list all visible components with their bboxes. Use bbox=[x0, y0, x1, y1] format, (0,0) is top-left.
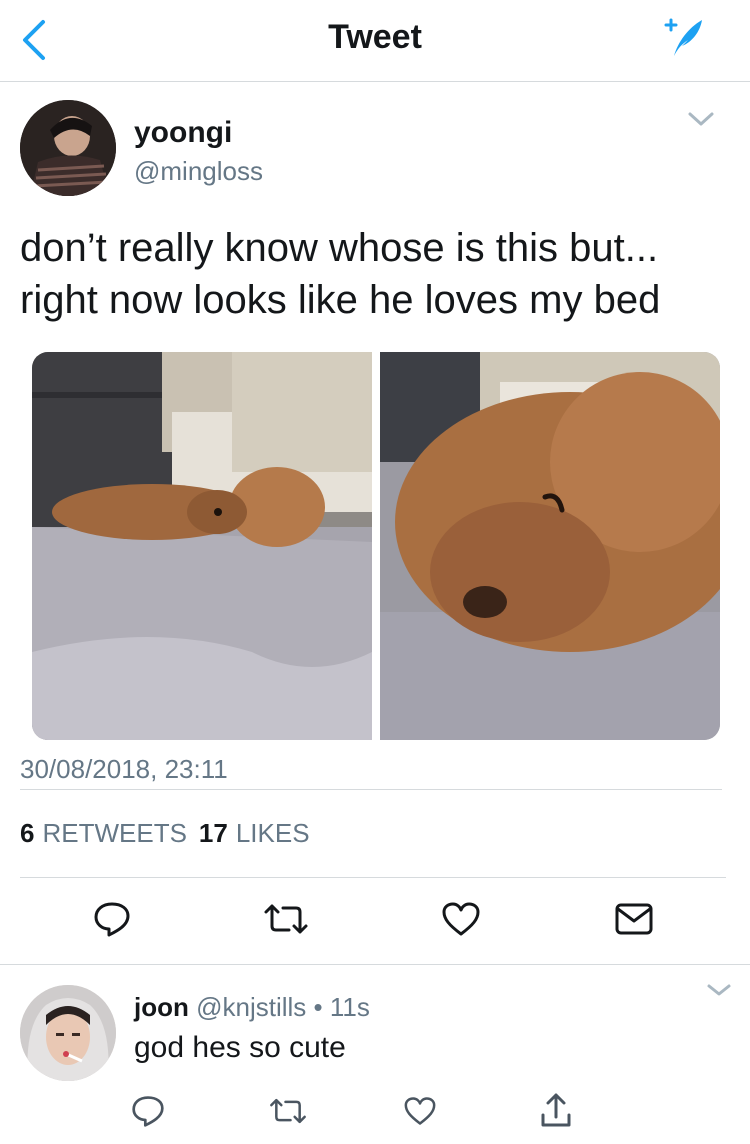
tweet-stats: 6 RETWEETS 17 LIKES bbox=[20, 818, 310, 849]
reply-author-avatar[interactable] bbox=[20, 985, 116, 1081]
chevron-down-icon bbox=[688, 112, 714, 126]
divider bbox=[0, 964, 750, 965]
direct-message-button[interactable] bbox=[612, 899, 656, 939]
like-icon bbox=[442, 902, 480, 936]
direct-message-icon bbox=[615, 903, 653, 935]
reply-button[interactable] bbox=[92, 899, 132, 939]
retweets-stat[interactable]: 6 RETWEETS bbox=[20, 818, 187, 849]
like-button[interactable] bbox=[440, 899, 482, 939]
chevron-down-icon bbox=[707, 984, 731, 996]
reply-like-button[interactable] bbox=[402, 1093, 438, 1129]
separator-dot: • bbox=[313, 992, 323, 1022]
reply-header: joon @knjstills • 11s bbox=[134, 992, 370, 1023]
retweet-icon bbox=[264, 904, 308, 934]
author-handle[interactable]: @mingloss bbox=[134, 156, 263, 187]
dog-on-bed-photo bbox=[32, 352, 372, 740]
retweets-count: 6 bbox=[20, 818, 35, 848]
reply-icon bbox=[94, 902, 130, 937]
retweets-label: RETWEETS bbox=[42, 818, 187, 848]
divider bbox=[20, 789, 722, 790]
reply-share-button[interactable] bbox=[538, 1090, 574, 1130]
likes-stat[interactable]: 17 LIKES bbox=[199, 818, 310, 849]
author-name[interactable]: yoongi bbox=[134, 116, 232, 150]
reply-text: god hes so cute bbox=[134, 1031, 346, 1064]
like-icon bbox=[404, 1097, 436, 1125]
reply-author-handle[interactable]: @knjstills bbox=[196, 992, 306, 1022]
avatar-photo bbox=[20, 985, 116, 1081]
share-icon bbox=[541, 1093, 571, 1127]
page-title: Tweet bbox=[328, 18, 422, 56]
tweet-timestamp: 30/08/2018, 23:11 bbox=[20, 754, 228, 784]
reply-author-name[interactable]: joon bbox=[134, 992, 189, 1022]
tweet-options-button[interactable] bbox=[684, 104, 718, 134]
reply-retweet-button[interactable] bbox=[268, 1093, 308, 1129]
avatar-photo bbox=[20, 100, 116, 196]
retweet-icon bbox=[270, 1098, 306, 1124]
top-nav-bar: Tweet bbox=[0, 0, 750, 82]
dog-closeup-photo bbox=[380, 352, 720, 740]
author-avatar[interactable] bbox=[20, 100, 116, 196]
likes-label: LIKES bbox=[235, 818, 310, 848]
tweet-photo-2[interactable] bbox=[380, 352, 720, 740]
reply-options-button[interactable] bbox=[704, 978, 734, 1002]
likes-count: 17 bbox=[198, 818, 228, 848]
tweet-media[interactable] bbox=[32, 352, 720, 740]
compose-tweet-button[interactable] bbox=[658, 14, 706, 62]
divider bbox=[20, 877, 726, 878]
compose-tweet-icon bbox=[664, 18, 702, 56]
reply-icon bbox=[132, 1096, 164, 1127]
retweet-button[interactable] bbox=[262, 899, 310, 939]
tweet-text: don’t really know whose is this but... r… bbox=[20, 226, 661, 322]
reply-reply-button[interactable] bbox=[130, 1093, 166, 1129]
tweet-photo-1[interactable] bbox=[32, 352, 372, 740]
reply-time: 11s bbox=[329, 992, 370, 1022]
